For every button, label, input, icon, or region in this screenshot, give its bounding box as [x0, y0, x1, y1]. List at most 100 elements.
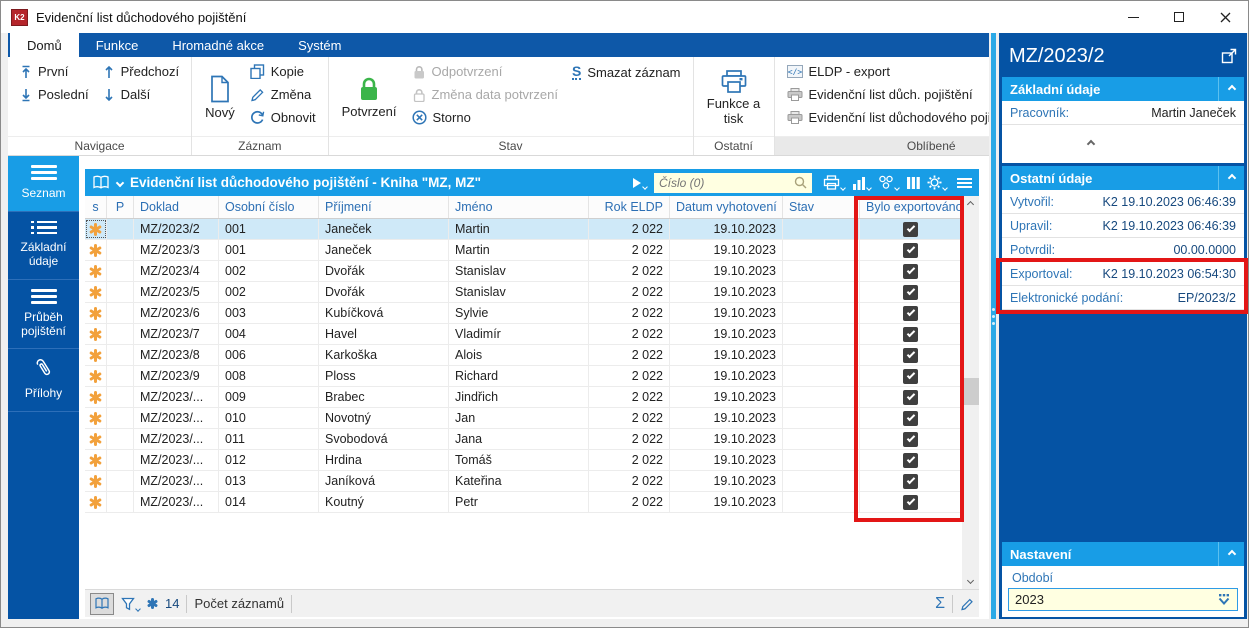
star-filter-icon[interactable] [147, 598, 158, 609]
scroll-thumb[interactable] [962, 378, 979, 405]
confirm-button[interactable]: Potvrzení [334, 60, 405, 136]
field-label[interactable]: Vytvořil: [1010, 195, 1054, 209]
table-row[interactable]: MZ/2023/...012HrdinaTomáš2 02219.10.2023 [85, 450, 962, 471]
cancel-button[interactable]: Storno [405, 106, 565, 129]
collapse-section-button[interactable] [1218, 166, 1244, 190]
table-row[interactable]: MZ/2023/3001JanečekMartin2 02219.10.2023 [85, 240, 962, 261]
scroll-up-button[interactable] [962, 196, 979, 213]
checkbox-checked[interactable] [903, 390, 918, 405]
section-header-nastaveni[interactable]: Nastavení [1002, 542, 1244, 566]
field-label[interactable]: Exportoval: [1010, 267, 1073, 281]
collapse-section-button[interactable] [1218, 542, 1244, 566]
checkbox-checked[interactable] [903, 453, 918, 468]
tab-funkce[interactable]: Funkce [79, 33, 156, 57]
checkbox-checked[interactable] [903, 285, 918, 300]
edit-pencil-button[interactable] [960, 597, 974, 611]
panel-splitter[interactable] [989, 33, 999, 619]
column-header-3[interactable]: Doklad [134, 196, 219, 218]
sidebar-item-prilohy[interactable]: Přílohy [8, 349, 79, 412]
menu-button[interactable] [957, 177, 972, 189]
sum-button[interactable]: Σ [935, 596, 945, 612]
checkbox-checked[interactable] [903, 243, 918, 258]
checkbox-checked[interactable] [903, 474, 918, 489]
checkbox-checked[interactable] [903, 348, 918, 363]
settings-button[interactable] [927, 175, 947, 190]
sidebar-item-seznam[interactable]: Seznam [8, 156, 79, 212]
column-header-1[interactable]: s [85, 196, 107, 218]
column-header-4[interactable]: Osobní číslo [219, 196, 319, 218]
chevron-down-icon[interactable] [116, 178, 124, 186]
delete-record-button[interactable]: S Smazat záznam [565, 60, 688, 84]
book-view-button[interactable] [90, 593, 114, 615]
sidebar-item-zakladni-udaje[interactable]: Základní údaje [8, 212, 79, 280]
book-icon[interactable] [92, 175, 110, 190]
section-header-zakladni-udaje[interactable]: Základní údaje [1002, 77, 1244, 101]
minimize-button[interactable] [1110, 1, 1156, 33]
table-row[interactable]: MZ/2023/...009BrabecJindřich2 02219.10.2… [85, 387, 962, 408]
tab-system[interactable]: Systém [281, 33, 358, 57]
column-header-8[interactable]: Datum vyhotovení [670, 196, 783, 218]
functions-print-button[interactable]: Funkce a tisk [699, 60, 769, 136]
section-header-ostatni-udaje[interactable]: Ostatní údaje [1002, 166, 1244, 190]
tab-hromadne-akce[interactable]: Hromadné akce [155, 33, 281, 57]
column-header-7[interactable]: Rok ELDP [589, 196, 670, 218]
table-row[interactable]: MZ/2023/...011SvobodováJana2 02219.10.20… [85, 429, 962, 450]
period-combobox[interactable]: 2023 [1008, 588, 1238, 611]
table-cell: 19.10.2023 [670, 450, 783, 470]
chart-button[interactable] [852, 176, 871, 190]
table-row[interactable]: MZ/2023/5002DvořákStanislav2 02219.10.20… [85, 282, 962, 303]
refresh-button[interactable]: Obnovit [243, 106, 323, 129]
last-button[interactable]: Poslední [13, 83, 96, 106]
checkbox-checked[interactable] [903, 495, 918, 510]
table-row[interactable]: MZ/2023/2001JanečekMartin2 02219.10.2023 [85, 219, 962, 240]
close-button[interactable] [1202, 1, 1248, 33]
sidebar-item-prubeh-pojisteni[interactable]: Průběh pojištění [8, 280, 79, 350]
table-row[interactable]: MZ/2023/4002DvořákStanislav2 02219.10.20… [85, 261, 962, 282]
checkbox-checked[interactable] [903, 411, 918, 426]
collapse-section-button[interactable] [1218, 77, 1244, 101]
field-label[interactable]: Potvrdil: [1010, 243, 1055, 257]
copy-button[interactable]: Kopie [243, 60, 323, 83]
maximize-button[interactable] [1156, 1, 1202, 33]
checkbox-checked[interactable] [903, 306, 918, 321]
table-row[interactable]: MZ/2023/...013JaníkováKateřina2 02219.10… [85, 471, 962, 492]
checkbox-checked[interactable] [903, 327, 918, 342]
table-row[interactable]: MZ/2023/6003KubíčkováSylvie2 02219.10.20… [85, 303, 962, 324]
change-button[interactable]: Změna [243, 83, 323, 106]
column-header-6[interactable]: Jméno [449, 196, 589, 218]
table-cell: 014 [219, 492, 319, 512]
checkbox-checked[interactable] [903, 369, 918, 384]
checkbox-checked[interactable] [903, 264, 918, 279]
column-header-2[interactable]: P [107, 196, 134, 218]
scroll-down-button[interactable] [962, 572, 979, 589]
next-button[interactable]: Další [96, 83, 187, 106]
column-header-10[interactable]: Bylo exportováno [860, 196, 962, 218]
scroll-track[interactable] [962, 213, 979, 572]
columns-button[interactable] [906, 176, 920, 190]
new-button[interactable]: Nový [197, 60, 243, 136]
filter-button[interactable] [121, 597, 140, 611]
table-row[interactable]: MZ/2023/8006KarkoškaAlois2 02219.10.2023 [85, 345, 962, 366]
table-row[interactable]: MZ/2023/7004HavelVladimír2 02219.10.2023 [85, 324, 962, 345]
field-label[interactable]: Pracovník: [1010, 106, 1069, 120]
checkbox-checked[interactable] [903, 222, 918, 237]
checkbox-checked[interactable] [903, 432, 918, 447]
previous-button[interactable]: Předchozí [96, 60, 187, 83]
window-title: Evidenční list důchodového pojištění [36, 10, 1110, 25]
table-row[interactable]: MZ/2023/9008PlossRichard2 02219.10.2023 [85, 366, 962, 387]
table-cell [783, 366, 860, 386]
field-label[interactable]: Elektronické podání: [1010, 291, 1123, 305]
print-button[interactable] [823, 175, 845, 190]
table-row[interactable]: MZ/2023/...010NovotnýJan2 02219.10.2023 [85, 408, 962, 429]
related-records-button[interactable] [878, 175, 899, 190]
column-header-5[interactable]: Příjmení [319, 196, 449, 218]
vertical-scrollbar[interactable] [962, 196, 979, 589]
open-in-window-icon[interactable] [1221, 48, 1237, 64]
tab-domu[interactable]: Domů [10, 33, 79, 57]
table-row[interactable]: MZ/2023/...014KoutnýPetr2 02219.10.2023 [85, 492, 962, 513]
column-header-9[interactable]: Stav [783, 196, 860, 218]
search-input[interactable] [659, 176, 794, 190]
first-button[interactable]: První [13, 60, 96, 83]
field-label[interactable]: Upravil: [1010, 219, 1052, 233]
run-filter-button[interactable] [633, 177, 647, 189]
